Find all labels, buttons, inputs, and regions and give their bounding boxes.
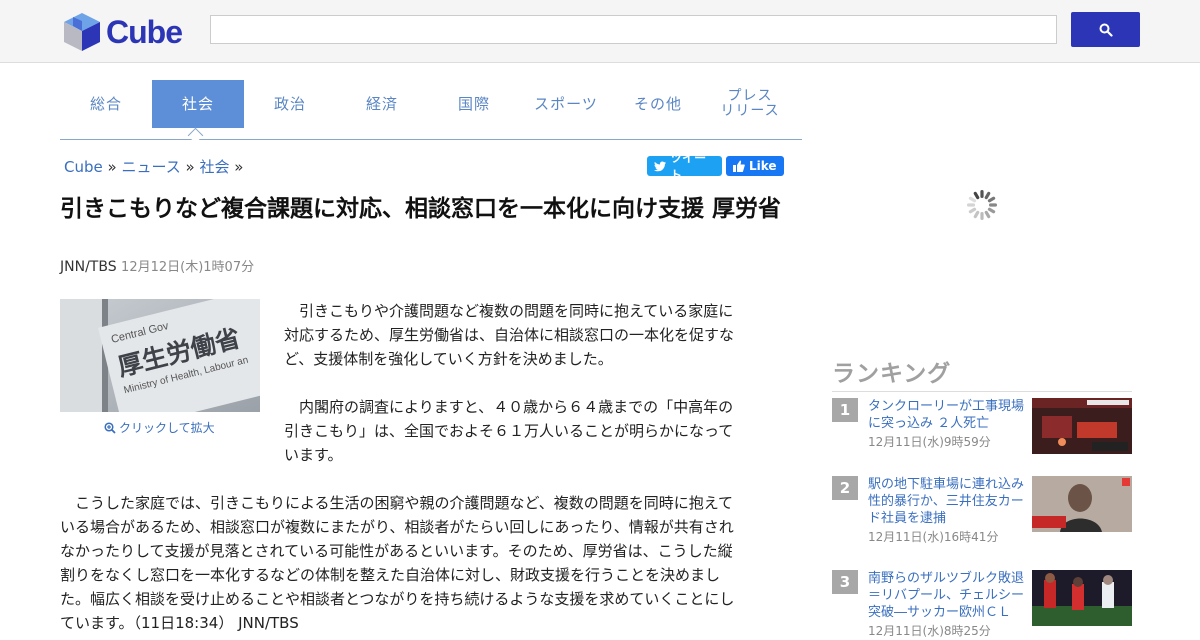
ranking-headline[interactable]: 南野らのザルツブルク敗退＝リバプール、チェルシー突破―サッカー欧州ＣＬ [868, 571, 1024, 620]
ranking-headline-block: 駅の地下駐車場に連れ込み性的暴行か、三井住友カード社員を逮捕 12月11日(水)… [868, 476, 1028, 546]
tab-press-line2: リリース [720, 103, 780, 119]
breadcrumb-separator: » [185, 158, 195, 176]
like-button[interactable]: Like [726, 156, 784, 176]
ranking-headline[interactable]: 駅の地下駐車場に連れ込み性的暴行か、三井住友カード社員を逮捕 [868, 477, 1024, 526]
tab-press-label: プレス リリース [720, 89, 779, 119]
ranking-date: 12月11日(水)8時25分 [868, 624, 991, 638]
cube-logo-icon [64, 13, 100, 51]
tweet-button[interactable]: ツイート [647, 151, 722, 182]
ranking-headline[interactable]: タンクローリーが工事現場に突っ込み ２人死亡 [868, 399, 1024, 431]
tab-society[interactable]: 社会 [152, 80, 244, 128]
ranking-headline-block: タンクローリーが工事現場に突っ込み ２人死亡 12月11日(水)9時59分 [868, 398, 1028, 451]
tab-general[interactable]: 総合 [60, 80, 152, 128]
breadcrumb-news[interactable]: ニュース [121, 158, 180, 176]
thumbs-up-icon [733, 160, 745, 172]
site-header: Cube [0, 0, 1200, 63]
article-photo[interactable]: Central Gov 厚生労働省 Ministry of Health, La… [60, 299, 260, 412]
article-paragraph: こうした家庭では、引きこもりによる生活の困窮や親の介護問題など、複数の問題を同時… [60, 494, 735, 632]
search-icon [1099, 23, 1113, 37]
breadcrumb-home[interactable]: Cube [64, 158, 103, 176]
ranking-number: 2 [832, 476, 858, 500]
photo-zoom-link[interactable]: クリックして拡大 [104, 419, 215, 436]
loading-spinner-icon [965, 188, 999, 222]
breadcrumb-separator: » [234, 158, 244, 176]
site-logo[interactable]: Cube [62, 11, 183, 53]
tab-sports[interactable]: スポーツ [520, 80, 612, 128]
ranking-thumbnail[interactable] [1032, 476, 1132, 532]
search-button[interactable] [1071, 12, 1140, 47]
article-source: JNN/TBS [60, 259, 117, 275]
tab-international[interactable]: 国際 [428, 80, 520, 128]
magnifier-plus-icon [104, 421, 116, 434]
twitter-bird-icon [654, 160, 667, 171]
article-paragraph: 内閣府の調査によりますと、４０歳から６４歳までの「中高年の引きこもり」は、全国で… [284, 398, 734, 464]
tab-press-release[interactable]: プレス リリース [704, 80, 796, 128]
like-label: Like [749, 159, 777, 173]
tab-economy[interactable]: 経済 [336, 80, 428, 128]
ranking-item[interactable]: 1 タンクローリーが工事現場に突っ込み ２人死亡 12月11日(水)9時59分 [832, 398, 1132, 468]
tab-politics[interactable]: 政治 [244, 80, 336, 128]
ranking-date: 12月11日(水)9時59分 [868, 435, 991, 449]
ranking-thumbnail[interactable] [1032, 570, 1132, 626]
ministry-sign-image: Central Gov 厚生労働省 Ministry of Health, La… [60, 299, 260, 412]
ranking-number: 3 [832, 570, 858, 594]
article-paragraph: 引きこもりや介護問題など複数の問題を同時に抱えている家庭に対応するため、厚生労働… [284, 302, 735, 368]
ranking-number: 1 [832, 398, 858, 422]
article-date: 12月12日(木)1時07分 [121, 260, 255, 275]
article-byline: JNN/TBS 12月12日(木)1時07分 [60, 256, 254, 275]
ranking-date: 12月11日(水)16時41分 [868, 530, 999, 544]
breadcrumb-society[interactable]: 社会 [200, 158, 230, 176]
ranking-thumbnail[interactable] [1032, 398, 1132, 454]
category-tabs: 総合 社会 政治 経済 国際 スポーツ その他 プレス リリース [60, 80, 802, 140]
search-input[interactable] [210, 15, 1057, 44]
logo-text: Cube [106, 13, 183, 50]
tab-press-line1: プレス [727, 88, 773, 104]
ranking-item[interactable]: 2 駅の地下駐車場に連れ込み性的暴行か、三井住友カード社員を逮捕 12月11日(… [832, 476, 1132, 546]
tweet-label: ツイート [670, 151, 707, 182]
ranking-title: ランキング [832, 354, 1132, 392]
article-title: 引きこもりなど複合課題に対応、相談窓口を一本化に向け支援 厚労省 [60, 196, 782, 222]
breadcrumb: Cube » ニュース » 社会 » [64, 156, 243, 177]
breadcrumb-separator: » [107, 158, 117, 176]
tab-other[interactable]: その他 [612, 80, 704, 128]
photo-zoom-label: クリックして拡大 [119, 421, 215, 435]
